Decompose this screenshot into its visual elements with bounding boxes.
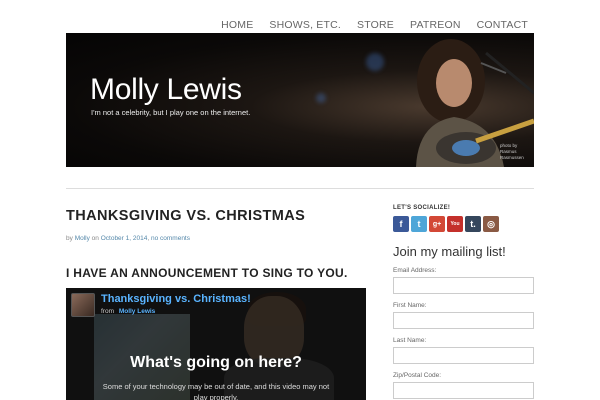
- last-name-label: Last Name:: [393, 337, 427, 344]
- site-tagline: I'm not a celebrity, but I play one on t…: [91, 108, 251, 117]
- email-field[interactable]: [393, 277, 534, 294]
- first-name-label: First Name:: [393, 302, 427, 309]
- nav-shows[interactable]: SHOWS, ETC.: [269, 19, 341, 31]
- tumblr-icon[interactable]: t.: [465, 216, 481, 232]
- twitter-icon[interactable]: t: [411, 216, 427, 232]
- video-error-message: Some of your technology may be out of da…: [102, 382, 330, 400]
- main-nav: HOME SHOWS, ETC. STORE PATREON CONTACT: [221, 19, 528, 31]
- first-name-field[interactable]: [393, 312, 534, 329]
- header-banner[interactable]: Molly Lewis I'm not a celebrity, but I p…: [66, 33, 534, 167]
- nav-home[interactable]: HOME: [221, 19, 253, 31]
- email-label: Email Address:: [393, 267, 437, 274]
- google-plus-icon[interactable]: g+: [429, 216, 445, 232]
- video-from-label: from: [101, 308, 114, 315]
- photo-credit: photo by Rasmus Rasmussen: [500, 143, 524, 160]
- stage-light: [316, 93, 326, 103]
- post-meta: by Molly on October 1, 2014, no comments: [66, 235, 190, 242]
- nav-patreon[interactable]: PATREON: [410, 19, 461, 31]
- video-error-headline: What's going on here?: [130, 354, 302, 371]
- social-icons: f t g+ You t. ◎: [393, 216, 534, 232]
- instagram-icon[interactable]: ◎: [483, 216, 499, 232]
- nav-store[interactable]: STORE: [357, 19, 394, 31]
- meta-by: by: [66, 235, 73, 242]
- post-author-link[interactable]: Molly: [75, 235, 90, 242]
- video-title[interactable]: Thanksgiving vs. Christmas!: [101, 293, 251, 305]
- zip-field[interactable]: [393, 382, 534, 399]
- last-name-field[interactable]: [393, 347, 534, 364]
- facebook-icon[interactable]: f: [393, 216, 409, 232]
- post-subheading: I HAVE AN ANNOUNCEMENT TO SING TO YOU.: [66, 266, 348, 280]
- sidebar: LET'S SOCIALIZE! f t g+ You t. ◎ Join my…: [393, 205, 534, 399]
- video-embed[interactable]: Thanksgiving vs. Christmas! from Molly L…: [66, 288, 366, 400]
- zip-label: Zip/Postal Code:: [393, 372, 442, 379]
- post-comments-link[interactable]: no comments: [151, 235, 190, 242]
- youtube-icon[interactable]: You: [447, 216, 463, 232]
- post-title[interactable]: THANKSGIVING VS. CHRISTMAS: [66, 208, 305, 224]
- video-author-avatar[interactable]: [71, 293, 95, 317]
- header-divider: [66, 188, 534, 189]
- video-author-link[interactable]: Molly Lewis: [119, 308, 155, 315]
- nav-contact[interactable]: CONTACT: [477, 19, 528, 31]
- video-byline: from Molly Lewis: [101, 308, 155, 315]
- post-date-link[interactable]: October 1, 2014: [101, 235, 148, 242]
- social-heading: LET'S SOCIALIZE!: [393, 205, 451, 211]
- meta-on: on: [91, 235, 99, 242]
- site-title[interactable]: Molly Lewis: [90, 73, 242, 107]
- mailing-list-heading: Join my mailing list!: [393, 244, 506, 259]
